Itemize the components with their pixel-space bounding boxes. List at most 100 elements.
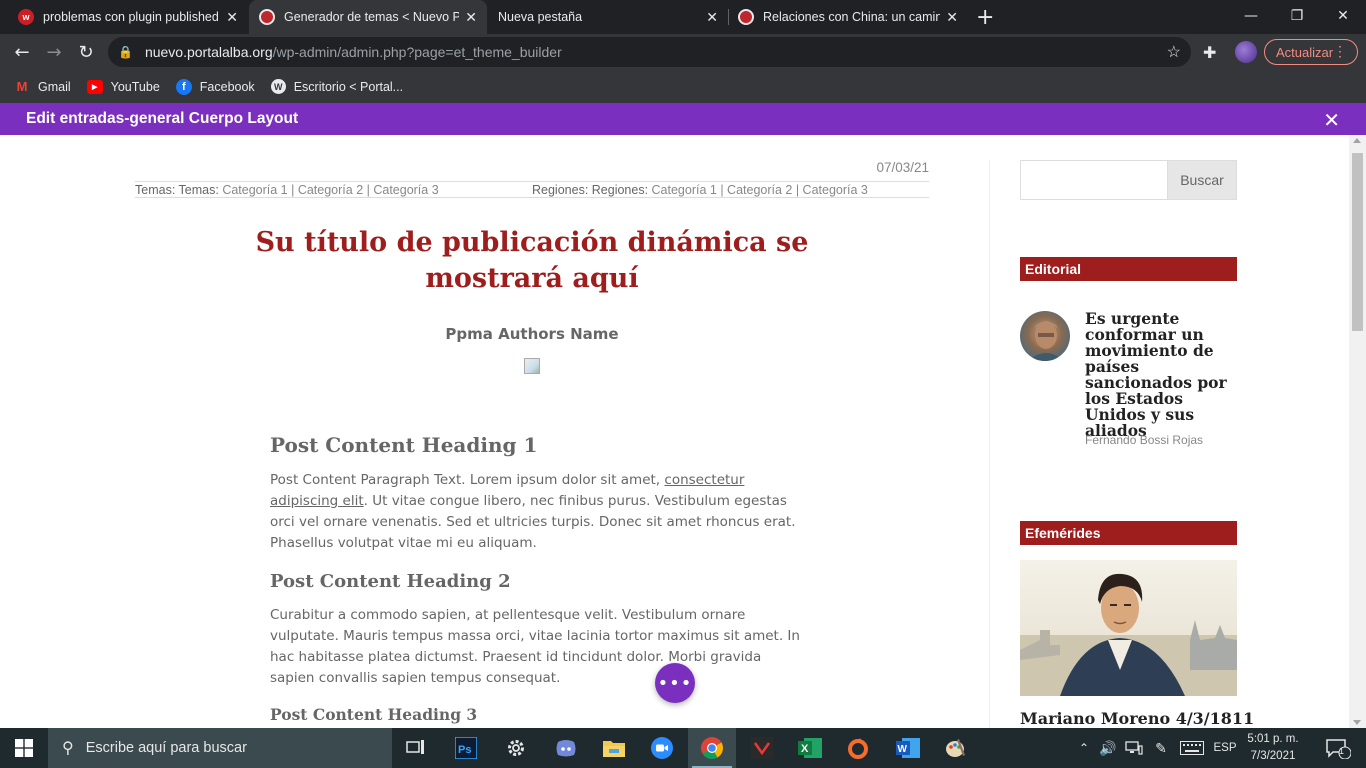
reload-icon[interactable]: ↻ bbox=[74, 40, 98, 64]
forward-arrow-icon[interactable]: → bbox=[42, 40, 66, 64]
chrome-icon[interactable] bbox=[688, 728, 736, 768]
post-date: 07/03/21 bbox=[876, 160, 929, 175]
tab-generador-de-temas[interactable]: Generador de temas < Nuevo Po ✕ bbox=[249, 0, 487, 34]
settings-gear-icon[interactable] bbox=[492, 728, 540, 768]
discord-icon[interactable] bbox=[542, 728, 590, 768]
input-language-indicator[interactable]: ESP bbox=[1208, 728, 1242, 768]
wp-plugin-favicon-icon: w bbox=[18, 9, 34, 25]
editorial-article-title[interactable]: Es urgente conformar un movimiento de pa… bbox=[1085, 311, 1245, 439]
tab-problemas[interactable]: w problemas con plugin published ✕ bbox=[8, 0, 248, 34]
taskbar-search-placeholder: Escribe aquí para buscar bbox=[85, 740, 247, 756]
paragraph-text: Post Content Paragraph Text. Lorem ipsum… bbox=[270, 472, 665, 488]
paint-icon[interactable] bbox=[932, 728, 980, 768]
scroll-down-arrow-icon[interactable] bbox=[1353, 720, 1361, 725]
sidebar-search-input[interactable] bbox=[1020, 160, 1168, 200]
excel-icon[interactable]: X bbox=[786, 728, 834, 768]
bookmark-facebook[interactable]: f Facebook bbox=[175, 78, 255, 95]
browser-tab-strip: w problemas con plugin published ✕ Gener… bbox=[0, 0, 1366, 34]
update-button[interactable]: Actualizar ⋮ bbox=[1264, 39, 1358, 65]
regiones-label: Regiones: Regiones: bbox=[532, 183, 649, 197]
efemerides-article-title[interactable]: Mariano Moreno 4/3/1811 bbox=[1020, 709, 1254, 728]
tab-close-icon[interactable]: ✕ bbox=[226, 9, 238, 26]
url-host: nuevo.portalalba.org bbox=[144, 44, 273, 60]
minimize-icon[interactable]: — bbox=[1228, 0, 1274, 32]
post-content-heading-2[interactable]: Post Content Heading 2 bbox=[270, 571, 511, 592]
tab-title: problemas con plugin published bbox=[43, 10, 219, 24]
sidebar-search-button[interactable]: Buscar bbox=[1167, 160, 1237, 200]
more-dots-icon: ••• bbox=[657, 672, 693, 694]
bookmark-star-icon[interactable]: ☆ bbox=[1167, 42, 1181, 62]
action-center-notification-icon[interactable]: 1 bbox=[1318, 728, 1358, 768]
tab-nueva-pestana[interactable]: Nueva pestaña ✕ bbox=[488, 0, 728, 34]
tab-close-icon[interactable]: ✕ bbox=[465, 9, 477, 26]
broken-image-icon bbox=[524, 358, 540, 374]
pen-ink-icon[interactable]: ✎ bbox=[1148, 728, 1174, 768]
profile-avatar[interactable] bbox=[1235, 41, 1257, 63]
update-label: Actualizar bbox=[1276, 44, 1334, 60]
page-scrollbar[interactable] bbox=[1349, 135, 1366, 728]
task-view-icon[interactable] bbox=[392, 728, 440, 768]
word-icon[interactable]: W bbox=[884, 728, 932, 768]
bookmark-youtube[interactable]: ▶ YouTube bbox=[86, 79, 160, 94]
close-window-icon[interactable]: ✕ bbox=[1320, 0, 1366, 32]
post-author-name[interactable]: Ppma Authors Name bbox=[332, 325, 732, 343]
bookmark-label: YouTube bbox=[110, 79, 160, 94]
new-tab-icon[interactable]: + bbox=[976, 5, 994, 30]
scrollbar-thumb[interactable] bbox=[1352, 153, 1363, 331]
tab-close-icon[interactable]: ✕ bbox=[706, 9, 718, 26]
bookmark-label: Facebook bbox=[199, 79, 255, 94]
file-explorer-icon[interactable] bbox=[590, 728, 638, 768]
efemerides-section-heading: Efemérides bbox=[1020, 521, 1237, 545]
svg-text:W: W bbox=[898, 744, 908, 755]
network-icon[interactable] bbox=[1122, 728, 1146, 768]
system-clock[interactable]: 5:01 p. m. 7/3/2021 bbox=[1242, 731, 1304, 765]
svg-text:Ps: Ps bbox=[458, 744, 471, 756]
scroll-up-arrow-icon[interactable] bbox=[1353, 138, 1361, 143]
column-divider bbox=[989, 160, 990, 728]
portalalba-favicon-icon bbox=[738, 9, 754, 25]
portalalba-favicon-icon bbox=[259, 9, 275, 25]
bookmark-escritorio[interactable]: W Escritorio < Portal... bbox=[270, 79, 403, 94]
tab-close-icon[interactable]: ✕ bbox=[946, 9, 958, 26]
lock-icon[interactable]: 🔒 bbox=[118, 45, 133, 59]
bookmark-gmail[interactable]: M Gmail bbox=[14, 79, 71, 94]
windows-start-button[interactable] bbox=[0, 728, 48, 768]
origin-icon[interactable] bbox=[834, 728, 882, 768]
volume-icon[interactable]: 🔊 bbox=[1096, 728, 1120, 768]
bookmarks-bar: M Gmail ▶ YouTube f Facebook W Escritori… bbox=[0, 70, 1366, 103]
editorial-section-heading: Editorial bbox=[1020, 257, 1237, 281]
post-content-paragraph-2[interactable]: Curabitur a commodo sapien, at pellentes… bbox=[270, 605, 800, 689]
taskbar-search-box[interactable]: ⚲ Escribe aquí para buscar bbox=[48, 728, 392, 768]
photoshop-icon[interactable]: Ps bbox=[442, 728, 490, 768]
show-hidden-icons-chevron-up-icon[interactable]: ⌃ bbox=[1074, 728, 1094, 768]
tab-relaciones-con-china[interactable]: Relaciones con China: un camino ✕ bbox=[728, 0, 968, 34]
url-path: /wp-admin/admin.php?page=et_theme_builde… bbox=[272, 44, 562, 60]
youtube-icon: ▶ bbox=[86, 79, 103, 94]
regiones-categories-link[interactable]: Categoría 1 | Categoría 2 | Categoría 3 bbox=[652, 183, 868, 197]
post-content-paragraph-1[interactable]: Post Content Paragraph Text. Lorem ipsum… bbox=[270, 470, 800, 554]
post-content-heading-1[interactable]: Post Content Heading 1 bbox=[270, 433, 537, 457]
post-title[interactable]: Su título de publicación dinámica se mos… bbox=[232, 225, 832, 297]
zoom-icon[interactable] bbox=[638, 728, 686, 768]
bookmark-label: Gmail bbox=[38, 79, 71, 94]
tab-title: Generador de temas < Nuevo Po bbox=[284, 10, 460, 24]
temas-categories-link[interactable]: Categoría 1 | Categoría 2 | Categoría 3 bbox=[222, 183, 438, 197]
tab-title: Relaciones con China: un camino bbox=[763, 10, 941, 24]
extensions-puzzle-icon[interactable]: ✚ bbox=[1203, 43, 1216, 62]
touch-keyboard-icon[interactable] bbox=[1178, 728, 1206, 768]
windows-logo-icon bbox=[15, 739, 33, 757]
efemerides-portrait-image[interactable] bbox=[1020, 560, 1237, 696]
builder-title: Edit entradas-general Cuerpo Layout bbox=[26, 110, 299, 127]
back-arrow-icon[interactable]: ← bbox=[10, 40, 34, 64]
post-content-heading-3[interactable]: Post Content Heading 3 bbox=[270, 705, 477, 724]
address-bar[interactable]: 🔒 nuevo.portalalba.org/wp-admin/admin.ph… bbox=[108, 37, 1191, 67]
media-app-icon[interactable] bbox=[738, 728, 786, 768]
close-builder-icon[interactable]: ✕ bbox=[1323, 108, 1340, 133]
svg-text:X: X bbox=[801, 743, 809, 755]
restore-icon[interactable]: ❐ bbox=[1274, 0, 1320, 32]
builder-more-options-button[interactable]: ••• bbox=[655, 663, 695, 703]
regiones-taxonomy: Regiones: Regiones: Categoría 1 | Catego… bbox=[532, 183, 868, 197]
editorial-author-photo[interactable] bbox=[1020, 311, 1070, 361]
page-canvas: 07/03/21 Temas: Temas: Categoría 1 | Cat… bbox=[0, 135, 1349, 728]
browser-toolbar: ← → ↻ 🔒 nuevo.portalalba.org/wp-admin/ad… bbox=[0, 34, 1366, 70]
